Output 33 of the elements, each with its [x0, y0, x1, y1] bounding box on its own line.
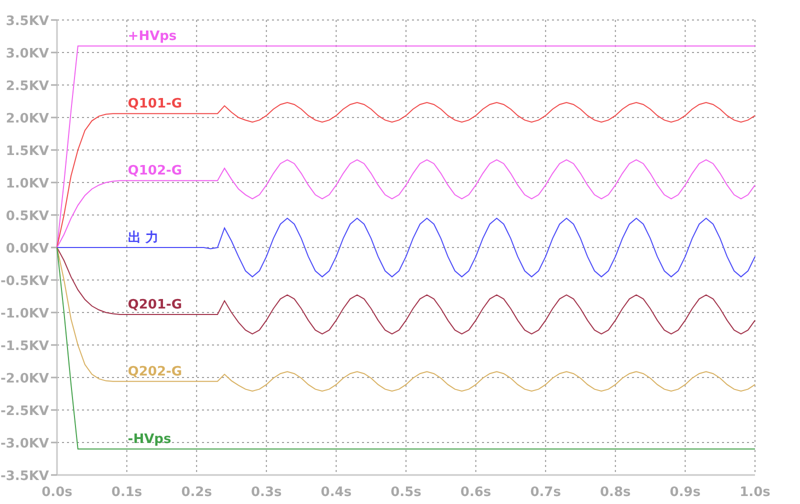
x-tick-label: 1.0s [740, 485, 770, 500]
y-tick-label: 1.0KV [6, 176, 49, 192]
y-tick-label: 3.5KV [6, 14, 49, 29]
y-tick-label: -1.5KV [0, 339, 49, 354]
y-tick-label: -3.0KV [0, 436, 49, 452]
signal-label: Q201-G [128, 297, 182, 312]
y-tick-label: -2.0KV [0, 372, 49, 386]
signal-label: -HVps [128, 432, 172, 447]
y-tick-label: -3.5KV [0, 469, 49, 484]
y-tick-label: 1.5KV [6, 144, 49, 159]
x-tick-label: 0.4s [320, 485, 352, 500]
y-tick-label: 3.0KV [6, 46, 49, 62]
signal-label: Q202-G [128, 364, 182, 380]
y-tick-label: -0.5KV [0, 274, 49, 289]
signal-label: 出 力 [128, 230, 158, 246]
x-tick-label: 0.3s [251, 485, 282, 500]
x-tick-label: 0.9s [670, 485, 701, 500]
y-tick-label: -1.0KV [0, 306, 49, 322]
x-tick-label: 0.2s [181, 485, 212, 500]
y-tick-label: -2.5KV [0, 404, 49, 419]
x-tick-label: 0.8s [600, 485, 631, 500]
y-tick-label: 0.0KV [6, 242, 49, 256]
signal-label: Q101-G [128, 96, 182, 112]
x-tick-label: 0.0s [42, 485, 72, 500]
signal-label: Q102-G [128, 164, 182, 179]
x-tick-label: 0.6s [460, 485, 492, 500]
y-tick-label: 0.5KV [6, 209, 49, 224]
y-tick-label: 2.0KV [6, 112, 49, 126]
signal-label: +HVps [128, 29, 177, 44]
x-tick-label: 0.5s [390, 485, 422, 500]
x-tick-label: 0.7s [530, 485, 561, 500]
y-tick-label: 2.5KV [6, 79, 49, 94]
x-tick-label: 0.1s [111, 485, 142, 500]
